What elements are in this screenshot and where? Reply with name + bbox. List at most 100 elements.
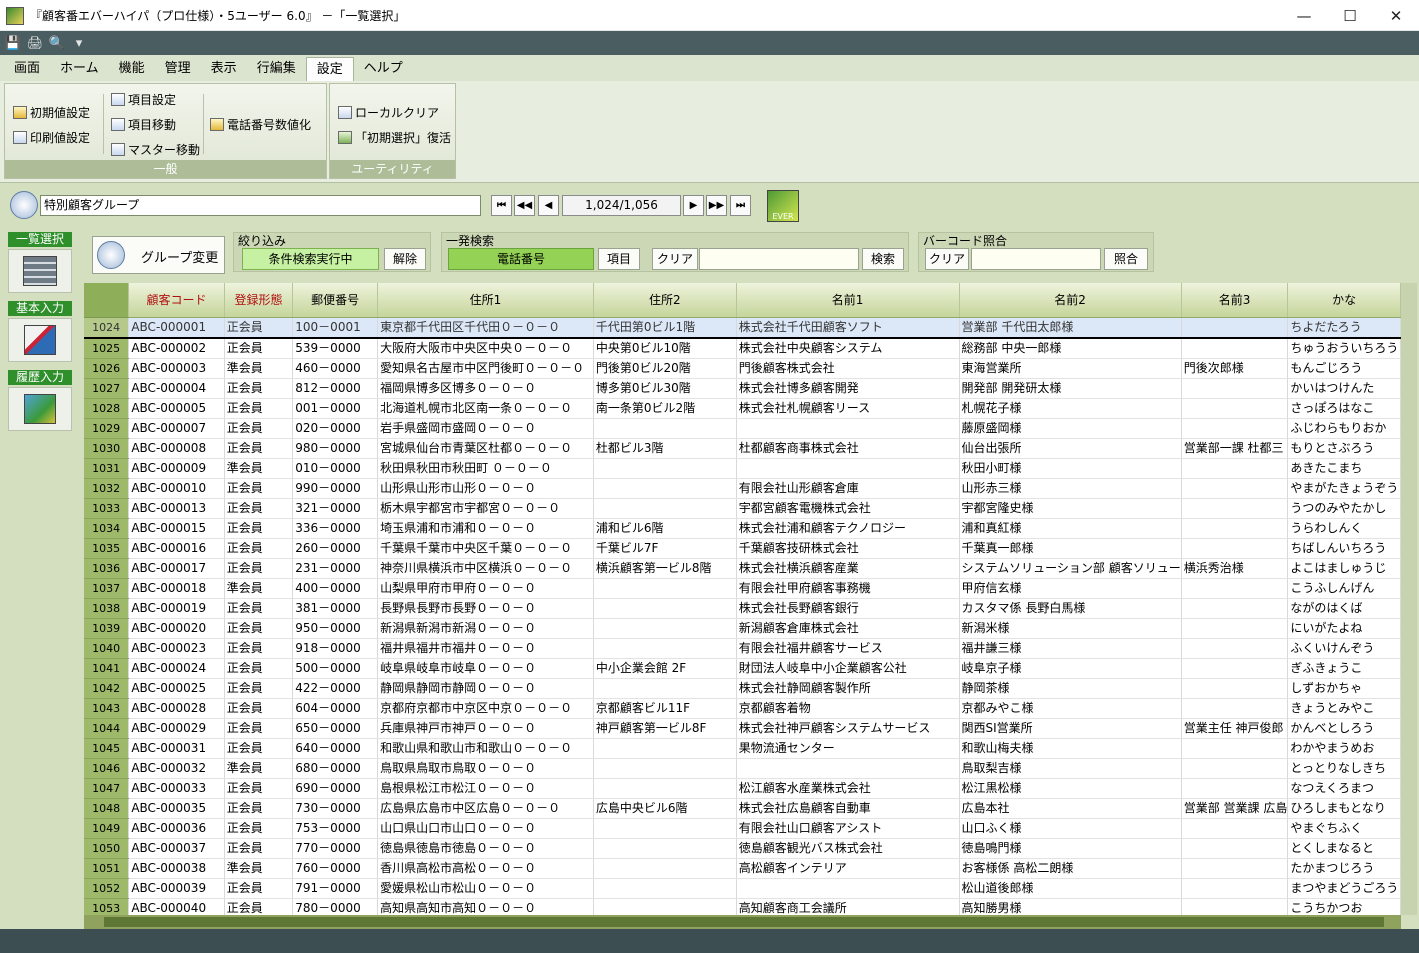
table-cell[interactable]: 株式会社神戸顧客システムサービス <box>736 718 960 739</box>
table-cell[interactable]: 北海道札幌市北区南一条０－０－０ <box>377 398 594 419</box>
table-row[interactable]: 1038 ABC-000019 正会員 381－0000 長野県長野市長野０－０－０ 株式… <box>84 598 1401 619</box>
address1-header[interactable]: 住所1 <box>377 283 594 318</box>
row-number[interactable]: 1053 <box>84 898 130 915</box>
table-cell[interactable]: ABC-000039 <box>128 878 225 899</box>
table-cell[interactable]: ABC-000025 <box>128 678 225 699</box>
table-cell[interactable]: さっぽろはなこ <box>1287 398 1401 419</box>
table-cell[interactable] <box>736 458 960 479</box>
table-cell[interactable] <box>1181 337 1289 359</box>
table-cell[interactable] <box>1181 858 1289 879</box>
table-cell[interactable] <box>1181 838 1289 859</box>
table-row[interactable]: 1032 ABC-000010 正会員 990－0000 山形県山形市山形０－０－０ 有限… <box>84 478 1401 499</box>
table-cell[interactable]: ABC-000036 <box>128 818 225 839</box>
row-number[interactable]: 1026 <box>84 358 130 379</box>
table-cell[interactable]: 徳島鳴門様 <box>959 838 1182 859</box>
table-cell[interactable]: 460－0000 <box>292 358 379 379</box>
table-cell[interactable]: ながのはくば <box>1287 598 1401 619</box>
row-number[interactable]: 1030 <box>84 438 130 459</box>
table-cell[interactable]: 山口県山口市山口０－０－０ <box>377 818 594 839</box>
table-cell[interactable]: 株式会社広島顧客自動車 <box>736 798 960 819</box>
table-cell[interactable]: うつのみやたかし <box>1287 498 1401 519</box>
table-cell[interactable]: ABC-000023 <box>128 638 225 659</box>
table-cell[interactable]: 正会員 <box>224 638 294 659</box>
table-cell[interactable]: かんべとしろう <box>1287 718 1401 739</box>
table-row[interactable]: 1035 ABC-000016 正会員 260－0000 千葉県千葉市中央区千葉０－０－… <box>84 538 1401 559</box>
table-cell[interactable]: あきたこまち <box>1287 458 1401 479</box>
table-cell[interactable]: 岐阜京子様 <box>959 658 1182 679</box>
table-cell[interactable]: 浦和ビル6階 <box>593 518 737 539</box>
table-cell[interactable]: 宇都宮顧客電機株式会社 <box>736 498 960 519</box>
table-row[interactable]: 1045 ABC-000031 正会員 640－0000 和歌山県和歌山市和歌山０－０－… <box>84 738 1401 759</box>
table-cell[interactable] <box>593 578 737 599</box>
table-cell[interactable]: 正会員 <box>224 618 294 639</box>
table-cell[interactable] <box>1181 698 1289 719</box>
tab-manage[interactable]: 管理 <box>155 57 201 81</box>
table-row[interactable]: 1026 ABC-000003 準会員 460－0000 愛知県名古屋市中区門後町０－０… <box>84 358 1401 379</box>
table-cell[interactable]: やまがたきょうぞう <box>1287 478 1401 499</box>
table-cell[interactable]: たかまつじろう <box>1287 858 1401 879</box>
row-number[interactable]: 1043 <box>84 698 130 719</box>
maximize-button[interactable]: ☐ <box>1327 0 1373 31</box>
table-cell[interactable]: 有限会社山形顧客倉庫 <box>736 478 960 499</box>
row-number[interactable]: 1045 <box>84 738 130 759</box>
table-row[interactable]: 1047 ABC-000033 正会員 690－0000 島根県松江市松江０－０－０ 松江… <box>84 778 1401 799</box>
table-cell[interactable]: 杜都ビル3階 <box>593 438 737 459</box>
table-cell[interactable] <box>1181 378 1289 399</box>
table-cell[interactable]: よこはましゅうじ <box>1287 558 1401 579</box>
table-cell[interactable]: とっとりなしきち <box>1287 758 1401 779</box>
table-cell[interactable]: 準会員 <box>224 358 294 379</box>
row-number[interactable]: 1037 <box>84 578 130 599</box>
table-cell[interactable]: 株式会社千代田顧客ソフト <box>736 317 960 338</box>
table-cell[interactable]: 990－0000 <box>292 478 379 499</box>
table-cell[interactable]: 高松顧客インテリア <box>736 858 960 879</box>
table-cell[interactable]: わかやまうめお <box>1287 738 1401 759</box>
table-cell[interactable] <box>593 418 737 439</box>
table-row[interactable]: 1053 ABC-000040 正会員 780－0000 高知県高知市高知０－０－０ 高知… <box>84 898 1401 915</box>
table-cell[interactable]: 株式会社博多顧客開発 <box>736 378 960 399</box>
row-number[interactable]: 1038 <box>84 598 130 619</box>
search-clear-button[interactable]: クリア <box>652 248 698 270</box>
table-cell[interactable]: もりとさぶろう <box>1287 438 1401 459</box>
table-cell[interactable]: 正会員 <box>224 438 294 459</box>
table-cell[interactable]: 381－0000 <box>292 598 379 619</box>
barcode-match-button[interactable]: 照合 <box>1104 248 1148 270</box>
tab-settings[interactable]: 設定 <box>305 57 354 81</box>
table-cell[interactable]: ABC-000003 <box>128 358 225 379</box>
table-cell[interactable]: 徳島県徳島市徳島０－０－０ <box>377 838 594 859</box>
save-icon[interactable]: 💾 <box>4 36 22 51</box>
table-cell[interactable]: 正会員 <box>224 898 294 915</box>
table-cell[interactable] <box>736 758 960 779</box>
table-cell[interactable]: ABC-000038 <box>128 858 225 879</box>
table-cell[interactable]: 愛知県名古屋市中区門後町０－０－０ <box>377 358 594 379</box>
table-cell[interactable]: 準会員 <box>224 458 294 479</box>
table-cell[interactable] <box>593 878 737 899</box>
table-cell[interactable]: ぎふきょうこ <box>1287 658 1401 679</box>
table-row[interactable]: 1044 ABC-000029 正会員 650－0000 兵庫県神戸市神戸０－０－０ 神戸… <box>84 718 1401 739</box>
table-cell[interactable]: 門後次郎様 <box>1181 358 1289 379</box>
table-cell[interactable]: ちばしんいちろう <box>1287 538 1401 559</box>
table-cell[interactable] <box>1181 778 1289 799</box>
table-cell[interactable] <box>1181 498 1289 519</box>
table-cell[interactable]: 岩手県盛岡市盛岡０－０－０ <box>377 418 594 439</box>
row-number[interactable]: 1027 <box>84 378 130 399</box>
table-cell[interactable]: 100－0001 <box>292 317 379 338</box>
print-settings-button[interactable]: 印刷値設定 <box>13 129 90 146</box>
row-number[interactable]: 1025 <box>84 337 130 359</box>
table-cell[interactable]: 正会員 <box>224 878 294 899</box>
table-cell[interactable]: 正会員 <box>224 678 294 699</box>
table-cell[interactable]: 甲府信玄様 <box>959 578 1182 599</box>
table-row[interactable]: 1025 ABC-000002 正会員 539－0000 大阪府大阪市中央区中央０－０－… <box>84 337 1401 359</box>
row-number[interactable]: 1042 <box>84 678 130 699</box>
table-cell[interactable]: 950－0000 <box>292 618 379 639</box>
sidebar-item-history[interactable] <box>8 387 72 431</box>
table-cell[interactable]: 秋田小町様 <box>959 458 1182 479</box>
table-cell[interactable]: 918－0000 <box>292 638 379 659</box>
table-cell[interactable]: ABC-000029 <box>128 718 225 739</box>
table-cell[interactable]: ABC-000009 <box>128 458 225 479</box>
table-cell[interactable]: 株式会社浦和顧客テクノロジー <box>736 518 960 539</box>
table-cell[interactable]: ひろしまもとなり <box>1287 798 1401 819</box>
table-cell[interactable]: 徳島顧客観光バス株式会社 <box>736 838 960 859</box>
table-cell[interactable]: 正会員 <box>224 398 294 419</box>
prev-page-button[interactable]: ◀◀ <box>514 195 535 216</box>
table-cell[interactable] <box>593 858 737 879</box>
